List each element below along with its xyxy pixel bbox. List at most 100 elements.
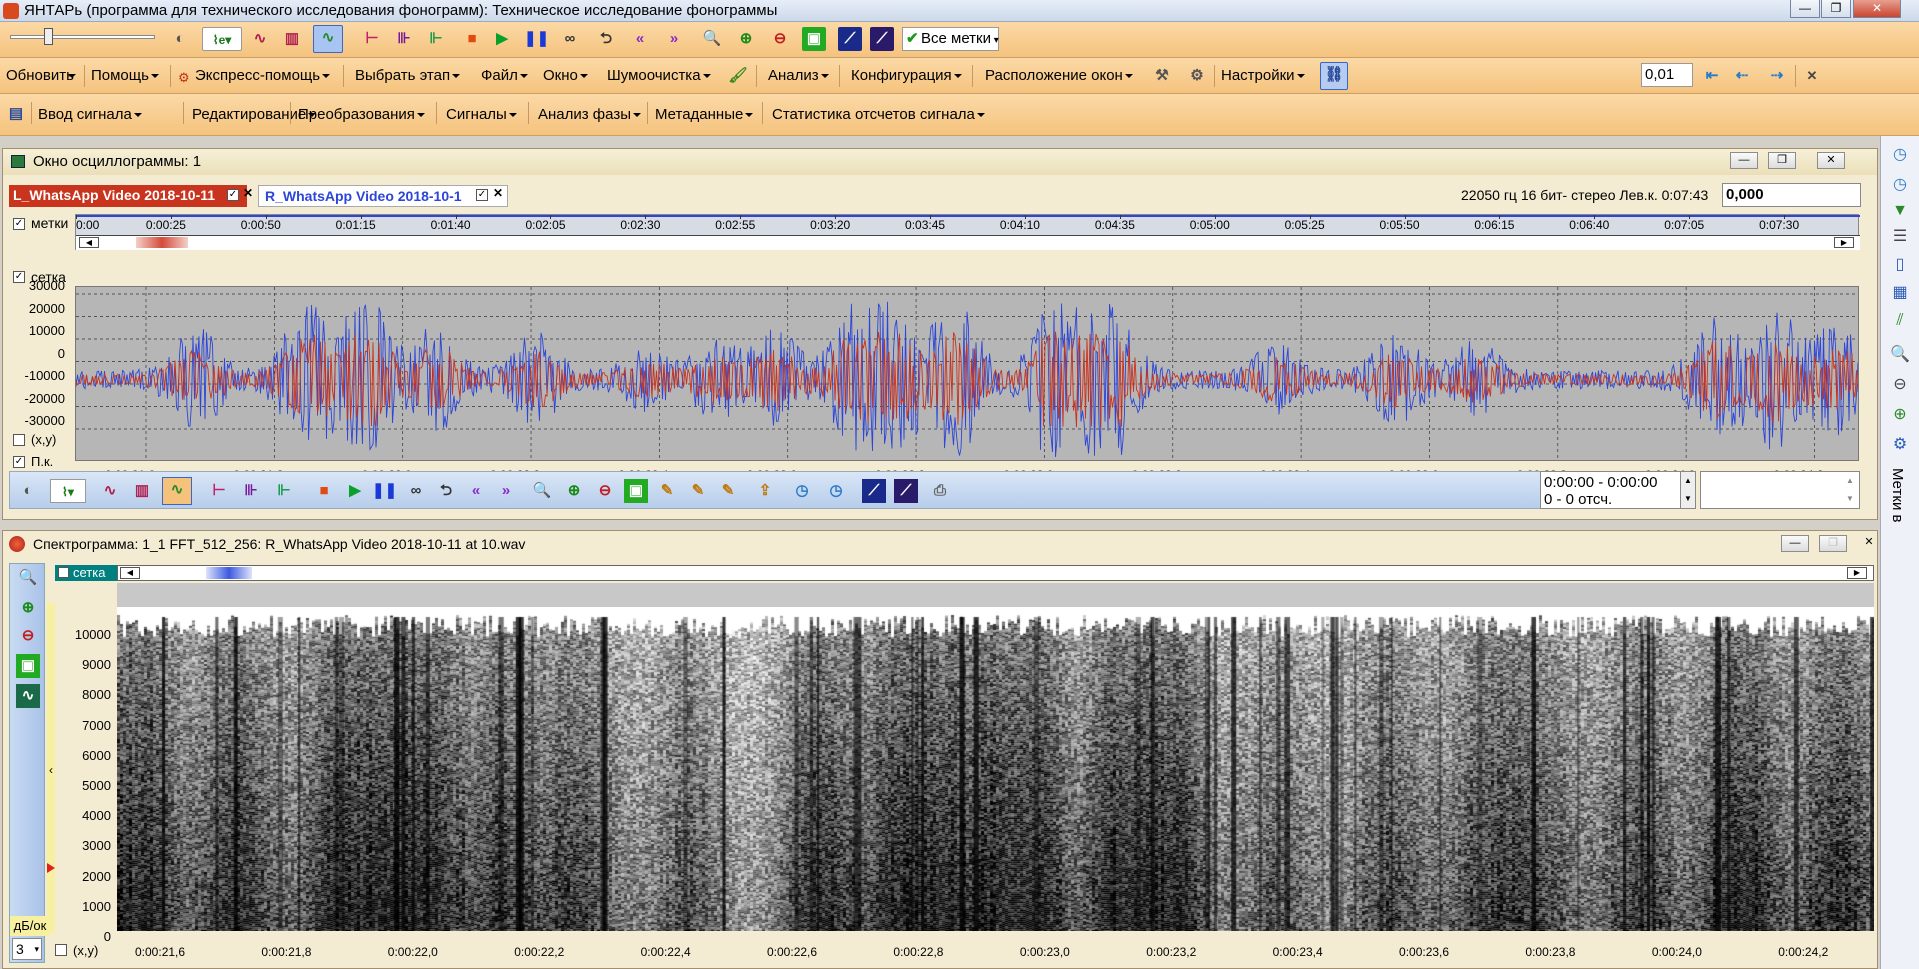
zoom-in-icon[interactable]: ⊕	[734, 27, 758, 51]
spec-close-button[interactable]: ✕	[1861, 535, 1877, 552]
maximize-button[interactable]: ❐	[1821, 0, 1851, 18]
spec-scroll-left-icon[interactable]: ◀	[120, 567, 140, 579]
menu-signal-input[interactable]: Ввод сигнала	[38, 100, 144, 130]
jump-start-icon[interactable]: ⇤	[1700, 64, 1724, 88]
right-channel-checkbox[interactable]: ✓	[476, 189, 488, 201]
spec-xy-checkbox[interactable]	[55, 944, 67, 956]
minimize-button[interactable]: —	[1790, 0, 1820, 18]
spec-zoom-fit-icon[interactable]: ▣	[16, 654, 40, 678]
spec-maximize-button[interactable]: ❐	[1819, 535, 1847, 552]
osc-oscillogram-toggle-icon[interactable]: ∿	[162, 477, 192, 505]
oscillogram-toggle-icon[interactable]: ∿	[313, 25, 343, 53]
panel-icon[interactable]: ▤	[4, 102, 28, 126]
spec-waveform-icon[interactable]: ∿	[16, 684, 40, 708]
segment-marker-icon[interactable]: ⊩	[424, 27, 448, 51]
link-icon[interactable]: ⛓	[1320, 62, 1348, 90]
range-spinner[interactable]: ▲ ▼	[1680, 471, 1696, 509]
osc-export-icon[interactable]: ⇪	[753, 479, 777, 503]
osc-loop-icon[interactable]: ∞	[404, 479, 428, 503]
stop-icon[interactable]: ■	[460, 27, 484, 51]
osc-clock-icon[interactable]: ◷	[790, 479, 814, 503]
clear-icon[interactable]: ✕	[1800, 64, 1824, 88]
tools-settings-icon[interactable]: ⚙	[1185, 64, 1209, 88]
osc-zoom-icon[interactable]: 🔍	[530, 479, 554, 503]
menu-file[interactable]: Файл	[481, 61, 530, 91]
value-box[interactable]: 0,000	[1722, 183, 1861, 207]
chart-icon[interactable]: ⫽	[1887, 308, 1913, 334]
menu-refresh[interactable]: Обновить	[6, 61, 78, 91]
brush-icon[interactable]: 🖌	[726, 64, 750, 88]
db-select[interactable]: 3 ▾	[12, 938, 42, 960]
menu-sample-statistics[interactable]: Статистика отсчетов сигнала	[772, 100, 987, 130]
menu-help[interactable]: Помощь	[91, 61, 161, 91]
close-button[interactable]: ✕	[1853, 0, 1901, 18]
osc-maximize-button[interactable]: ❐	[1768, 152, 1796, 169]
menu-settings[interactable]: Настройки	[1221, 61, 1307, 91]
spectrogram-settings-icon[interactable]: ⟋	[870, 27, 894, 51]
zoom-icon[interactable]: 🔍	[700, 27, 724, 51]
spec-grid-checkbox[interactable]	[58, 567, 69, 578]
menu-analysis[interactable]: Анализ	[768, 61, 831, 91]
osc-minimize-button[interactable]: —	[1730, 152, 1758, 169]
play-icon[interactable]: ▶	[490, 27, 514, 51]
all-marks-dropdown[interactable]: ✔ Все метки ▾	[902, 27, 999, 51]
oscillogram-plot[interactable]	[75, 286, 1859, 461]
step-forward-icon[interactable]: ⇢	[1765, 64, 1789, 88]
osc-speaker-icon[interactable]: ◐	[16, 479, 40, 503]
osc-cursor-marker-icon[interactable]: ⊢	[207, 479, 231, 503]
document-icon[interactable]: ▯	[1887, 252, 1913, 278]
scroll-right-icon[interactable]: ▶	[1834, 237, 1854, 248]
spectrum-icon[interactable]: ▥	[280, 27, 304, 51]
zoom-out-icon[interactable]: ⊖	[768, 27, 792, 51]
fast-forward-icon[interactable]: »	[662, 27, 686, 51]
osc-spectrogram-settings-icon[interactable]: ⟋	[894, 479, 918, 503]
zoom-out-icon-right[interactable]: ⊖	[1887, 372, 1913, 398]
spec-scroll-right-icon[interactable]: ▶	[1847, 567, 1867, 579]
secondary-spinner[interactable]: ▲ ▼	[1842, 472, 1858, 508]
zoom-settings-icon[interactable]: ⚙	[1887, 432, 1913, 458]
osc-spectrum-icon[interactable]: ▥	[130, 479, 154, 503]
multi-marker-icon[interactable]: ⊪	[392, 27, 416, 51]
osc-note-icon[interactable]: ✎	[716, 479, 740, 503]
speaker-icon[interactable]: ◐	[168, 27, 192, 51]
osc-print-icon[interactable]: ⎙	[928, 479, 952, 503]
spectrogram-icon[interactable]: ⟋	[838, 27, 862, 51]
osc-pause-icon[interactable]: ❚❚	[372, 479, 397, 503]
menu-express-help[interactable]: Экспресс-помощь	[195, 61, 332, 91]
secondary-display[interactable]: ▲ ▼	[1700, 471, 1860, 509]
menu-phase-analysis[interactable]: Анализ фазы	[538, 100, 643, 130]
osc-return-icon[interactable]: ⮌	[434, 479, 458, 503]
clock-icon[interactable]: ◷	[1887, 142, 1913, 168]
waveform-icon[interactable]: ∿	[248, 27, 272, 51]
spec-zoom-in-icon[interactable]: ⊕	[16, 596, 40, 620]
spec-grid-toggle[interactable]: сетка	[55, 565, 117, 581]
menu-window[interactable]: Окно	[543, 61, 590, 91]
spec-zoom-icon[interactable]: 🔍	[16, 566, 40, 590]
spectrogram-plot[interactable]	[117, 607, 1874, 931]
menu-configuration[interactable]: Конфигурация	[851, 61, 964, 91]
osc-zoom-in-icon[interactable]: ⊕	[562, 479, 586, 503]
osc-spectrogram-icon[interactable]: ⟋	[862, 479, 886, 503]
osc-zoom-fit-icon[interactable]: ▣	[624, 479, 648, 503]
right-tab-close-icon[interactable]: ✕	[493, 186, 503, 200]
volume-slider-track[interactable]	[10, 35, 155, 39]
osc-clock-check-icon[interactable]: ◷	[824, 479, 848, 503]
menu-transforms[interactable]: Преобразования	[298, 100, 427, 130]
osc-edit-icon[interactable]: ✎	[655, 479, 679, 503]
scroll-left-icon[interactable]: ◀	[79, 237, 99, 248]
menu-window-layout[interactable]: Расположение окон	[985, 61, 1135, 91]
osc-stop-icon[interactable]: ■	[312, 479, 336, 503]
spec-scrollbar[interactable]: ◀ ▶	[117, 565, 1874, 581]
menu-select-stage[interactable]: Выбрать этап	[355, 61, 462, 91]
zoom-fit-icon[interactable]: ▣	[802, 27, 826, 51]
osc-fast-forward-icon[interactable]: »	[494, 479, 518, 503]
tools-icon[interactable]: ⚒	[1150, 64, 1174, 88]
left-tab-close-icon[interactable]: ✕	[243, 186, 253, 200]
osc-zoom-out-icon[interactable]: ⊖	[593, 479, 617, 503]
spec-zoom-out-icon[interactable]: ⊖	[16, 624, 40, 648]
osc-segment-marker-icon[interactable]: ⊩	[272, 479, 296, 503]
rewind-icon[interactable]: «	[628, 27, 652, 51]
spec-scroll-thumb[interactable]	[206, 567, 252, 579]
menu-metadata[interactable]: Метаданные	[655, 100, 755, 130]
osc-close-button[interactable]: ✕	[1817, 152, 1845, 169]
